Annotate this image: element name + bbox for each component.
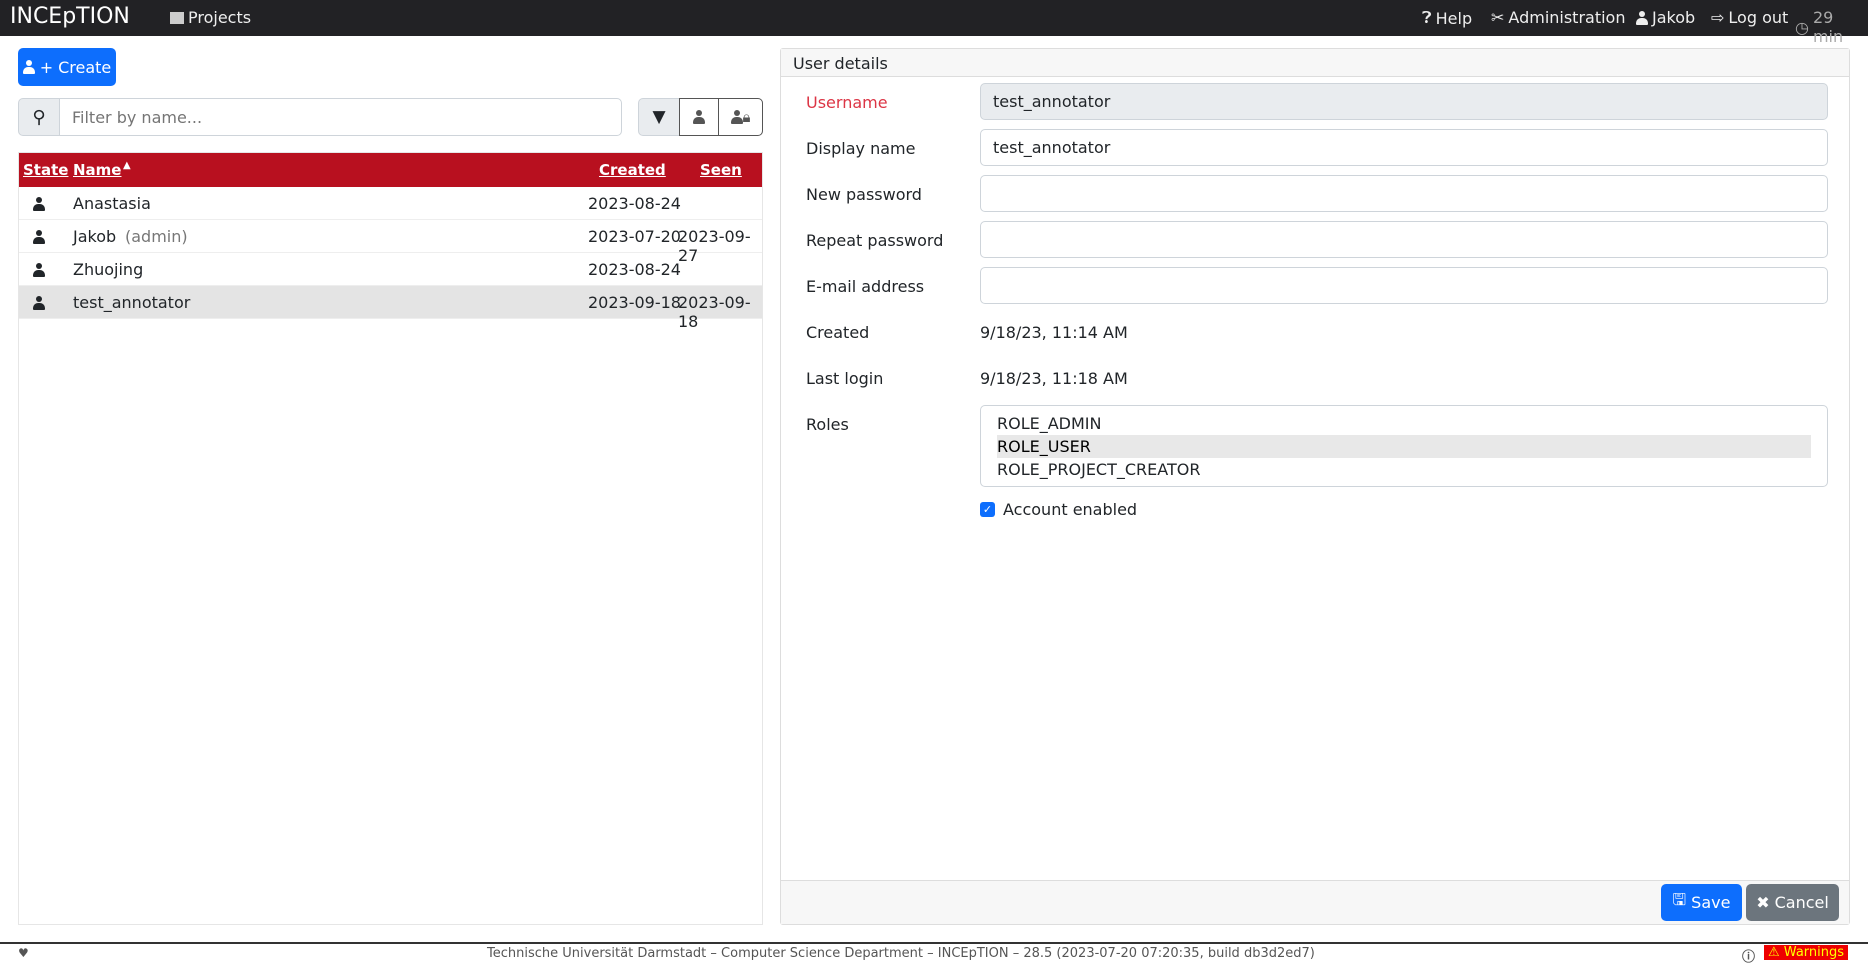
- user-created: 2023-09-18: [588, 293, 681, 312]
- user-lock-icon: [730, 110, 743, 124]
- filter-input[interactable]: [59, 98, 622, 136]
- warnings-label: Warnings: [1783, 945, 1845, 960]
- heart-icon[interactable]: ♥: [18, 946, 29, 960]
- filter-enabled-users-toggle[interactable]: [679, 98, 719, 136]
- last-login-label: Last login: [806, 369, 884, 388]
- user-state-icon: [33, 296, 45, 310]
- user-details-panel: User details Username test_annotator Dis…: [780, 48, 1850, 925]
- save-button[interactable]: 🖫︎ Save: [1661, 884, 1742, 921]
- archive-icon: [170, 11, 184, 24]
- roles-listbox[interactable]: ROLE_ADMIN ROLE_USER ROLE_PROJECT_CREATO…: [980, 405, 1828, 487]
- user-name: Jakob: [73, 227, 117, 246]
- last-login-value: 9/18/23, 11:18 AM: [980, 369, 1128, 388]
- nav-projects[interactable]: Projects: [170, 8, 251, 27]
- filter-locked-users-toggle[interactable]: 🔒︎: [718, 98, 763, 136]
- save-icon: 🖫︎: [1672, 890, 1687, 909]
- user-state-icon: [33, 230, 45, 244]
- cancel-button[interactable]: ✖ Cancel: [1746, 884, 1839, 921]
- top-navbar: INCEpTION Projects ❓︎ Help ✂ Administratio…: [0, 0, 1868, 46]
- warnings-badge[interactable]: ⚠ Warnings: [1764, 945, 1849, 960]
- user-state-icon: [33, 197, 45, 211]
- sort-asc-icon: ▲: [123, 160, 131, 171]
- role-option[interactable]: ROLE_PROJECT_CREATOR: [997, 458, 1811, 481]
- session-timer: ◷ 29 min: [1795, 8, 1868, 46]
- roles-label: Roles: [806, 415, 849, 434]
- email-label: E-mail address: [806, 277, 925, 296]
- display-name-field[interactable]: test_annotator: [980, 129, 1828, 166]
- created-label: Created: [806, 323, 870, 342]
- account-enabled-label: Account enabled: [1003, 500, 1138, 519]
- table-header: State Name ▲ Created Seen: [19, 153, 762, 187]
- column-created[interactable]: Created: [599, 161, 666, 179]
- user-name: Zhuojing: [73, 260, 144, 279]
- table-row[interactable]: test_annotator 2023-09-18 2023-09-18: [19, 286, 762, 331]
- create-label: Create: [58, 57, 112, 77]
- user-icon: [693, 110, 705, 124]
- user-name: Anastasia: [73, 194, 151, 213]
- new-password-label: New password: [806, 185, 922, 204]
- display-name-label: Display name: [806, 139, 916, 158]
- search-icon: ⚲: [18, 98, 60, 136]
- nav-help-label: Help: [1435, 8, 1473, 28]
- tools-icon: ✂: [1491, 8, 1505, 27]
- save-label: Save: [1691, 893, 1731, 912]
- table-row[interactable]: Zhuojing 2023-08-24: [19, 253, 762, 286]
- table-row[interactable]: Jakob (admin) 2023-07-20 2023-09-27: [19, 220, 762, 265]
- username-label: Username: [806, 93, 888, 112]
- logout-icon: ⇨: [1711, 8, 1725, 27]
- role-option[interactable]: ROLE_ADMIN: [997, 412, 1811, 435]
- footer-text: Technische Universität Darmstadt – Compu…: [487, 946, 1315, 961]
- user-created: 2023-08-24: [588, 260, 681, 279]
- user-icon: [1636, 10, 1648, 25]
- user-tag: (admin): [125, 227, 188, 246]
- cancel-label: Cancel: [1774, 893, 1829, 912]
- nav-administration-label: Administration: [1508, 8, 1626, 27]
- new-password-field[interactable]: [980, 175, 1828, 212]
- repeat-password-label: Repeat password: [806, 231, 944, 250]
- checkbox-checked-icon[interactable]: ✓: [980, 502, 995, 517]
- clock-icon: ◷: [1795, 17, 1809, 37]
- column-state[interactable]: State: [23, 161, 68, 179]
- user-table: State Name ▲ Created Seen Anastasia 2023…: [18, 152, 763, 925]
- brand-logo[interactable]: INCEpTION: [10, 4, 130, 29]
- user-plus-icon: [22, 60, 35, 74]
- column-seen[interactable]: Seen: [700, 161, 742, 179]
- question-icon: ❓︎: [1422, 8, 1432, 27]
- page-footer: ♥ Technische Universität Darmstadt – Com…: [0, 942, 1868, 965]
- nav-logout-label: Log out: [1728, 8, 1789, 27]
- username-field: test_annotator: [980, 83, 1828, 120]
- user-state-icon: [33, 263, 45, 277]
- table-row[interactable]: Anastasia 2023-08-24: [19, 187, 762, 220]
- filter-icon: ▼: [638, 98, 680, 136]
- user-seen: 2023-09-18: [678, 293, 751, 331]
- user-name: test_annotator: [73, 293, 191, 312]
- nav-administration[interactable]: ✂ Administration: [1491, 8, 1625, 27]
- account-enabled-checkbox[interactable]: ✓ Account enabled: [980, 500, 1137, 519]
- column-name[interactable]: Name: [73, 161, 121, 179]
- close-icon: ✖: [1756, 893, 1770, 912]
- nav-user-label: Jakob: [1652, 8, 1696, 27]
- nav-projects-label: Projects: [188, 8, 252, 27]
- session-timer-label: 29 min: [1812, 8, 1844, 46]
- user-created: 2023-08-24: [588, 194, 681, 213]
- nav-logout[interactable]: ⇨ Log out: [1711, 8, 1788, 27]
- create-user-button[interactable]: + Create: [18, 48, 116, 86]
- nav-user[interactable]: Jakob: [1636, 8, 1695, 27]
- user-created: 2023-07-20: [588, 227, 681, 246]
- email-field[interactable]: [980, 267, 1828, 304]
- panel-footer: 🖫︎ Save ✖ Cancel: [781, 880, 1849, 924]
- repeat-password-field[interactable]: [980, 221, 1828, 258]
- created-value: 9/18/23, 11:14 AM: [980, 323, 1128, 342]
- info-icon[interactable]: ⓘ: [1742, 946, 1755, 965]
- nav-help[interactable]: ❓︎ Help: [1422, 8, 1472, 28]
- role-option-selected[interactable]: ROLE_USER: [997, 435, 1811, 458]
- panel-title: User details: [781, 49, 1849, 77]
